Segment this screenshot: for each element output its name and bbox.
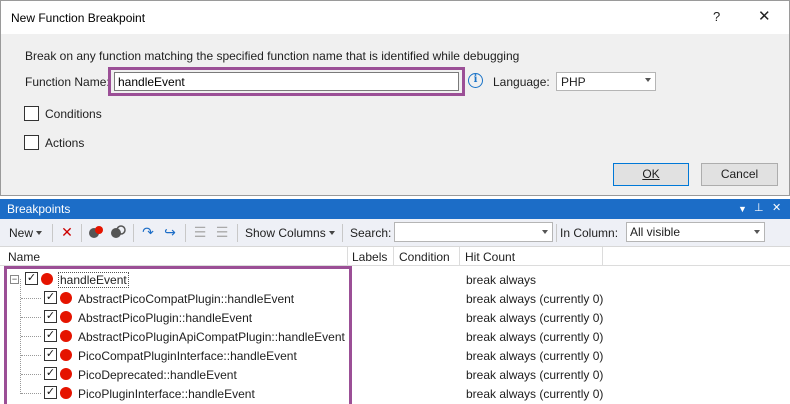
breakpoint-hit-count: break always xyxy=(466,273,537,287)
in-column-label: In Column: xyxy=(560,226,619,240)
go-to-disassembly-icon[interactable]: ↪ xyxy=(162,224,178,240)
chevron-down-icon xyxy=(542,230,548,234)
dialog-description: Break on any function matching the speci… xyxy=(25,49,520,63)
column-header-labels[interactable]: Labels xyxy=(352,250,387,264)
search-input[interactable] xyxy=(394,222,553,242)
panel-titlebar: Breakpoints ▼ ⊥ ✕ xyxy=(0,199,790,219)
function-name-label: Function Name: xyxy=(25,75,110,89)
toggle-breakpoints-icon[interactable] xyxy=(110,224,126,240)
breakpoints-highlight xyxy=(4,266,352,404)
conditions-checkbox[interactable] xyxy=(24,106,39,121)
toolbar-separator xyxy=(556,224,557,242)
language-label: Language: xyxy=(493,75,550,89)
toolbar-separator xyxy=(185,224,186,242)
delete-icon[interactable]: ✕ xyxy=(59,224,75,240)
breakpoint-hit-count: break always (currently 0) xyxy=(466,387,604,401)
toolbar-separator xyxy=(342,224,343,242)
chevron-down-icon xyxy=(328,231,335,235)
column-separator[interactable] xyxy=(602,247,603,266)
column-header-hit-count[interactable]: Hit Count xyxy=(465,250,515,264)
window-menu-icon[interactable]: ▼ xyxy=(738,204,747,214)
actions-checkbox[interactable] xyxy=(24,135,39,150)
close-icon[interactable]: ✕ xyxy=(758,7,771,25)
breakpoint-hit-count: break always (currently 0) xyxy=(466,292,604,306)
column-header-condition[interactable]: Condition xyxy=(399,250,450,264)
ok-label: OK xyxy=(642,167,660,181)
show-columns-label: Show Columns xyxy=(245,226,326,240)
breakpoint-hit-count: break always (currently 0) xyxy=(466,349,604,363)
new-function-breakpoint-dialog: New Function Breakpoint ? ✕ Break on any… xyxy=(0,0,790,196)
language-select[interactable]: PHP xyxy=(556,72,656,91)
conditions-label: Conditions xyxy=(45,107,102,121)
help-icon[interactable]: ? xyxy=(713,9,720,24)
dialog-title: New Function Breakpoint xyxy=(11,11,146,25)
in-column-value: All visible xyxy=(630,225,681,239)
breakpoint-hit-count: break always (currently 0) xyxy=(466,311,604,325)
breakpoint-hit-count: break always (currently 0) xyxy=(466,368,604,382)
go-to-source-icon[interactable]: ↷ xyxy=(140,224,156,240)
function-name-input[interactable] xyxy=(114,72,459,91)
new-button[interactable]: New xyxy=(9,226,43,240)
dialog-titlebar: New Function Breakpoint ? ✕ xyxy=(1,1,789,34)
new-label: New xyxy=(9,226,34,240)
column-header-name[interactable]: Name xyxy=(8,250,40,264)
chevron-down-icon xyxy=(754,230,760,234)
close-panel-icon[interactable]: ✕ xyxy=(772,201,781,214)
actions-label: Actions xyxy=(45,136,85,150)
cancel-button[interactable]: Cancel xyxy=(701,163,778,186)
toolbar-separator xyxy=(237,224,238,242)
import-icon[interactable]: ☰ xyxy=(192,224,208,240)
chevron-down-icon xyxy=(645,78,651,82)
search-label: Search: xyxy=(350,226,392,240)
in-column-select[interactable]: All visible xyxy=(626,222,765,242)
language-value: PHP xyxy=(561,75,586,89)
chevron-down-icon xyxy=(36,231,43,235)
column-separator[interactable] xyxy=(393,247,394,266)
toolbar-separator xyxy=(133,224,134,242)
column-separator[interactable] xyxy=(347,247,348,266)
column-separator[interactable] xyxy=(459,247,460,266)
toolbar-separator xyxy=(52,224,53,242)
toolbar-separator xyxy=(81,224,82,242)
delete-all-breakpoints-icon[interactable] xyxy=(88,224,104,240)
breakpoint-hit-count: break always (currently 0) xyxy=(466,330,604,344)
export-icon[interactable]: ☰ xyxy=(214,224,230,240)
info-icon[interactable]: i xyxy=(468,73,483,88)
ok-button[interactable]: OK xyxy=(613,163,689,186)
grid-header: Name Labels Condition Hit Count xyxy=(0,247,790,266)
show-columns-button[interactable]: Show Columns xyxy=(245,226,335,240)
pin-icon[interactable]: ⊥ xyxy=(754,201,764,214)
panel-title: Breakpoints xyxy=(7,202,71,216)
